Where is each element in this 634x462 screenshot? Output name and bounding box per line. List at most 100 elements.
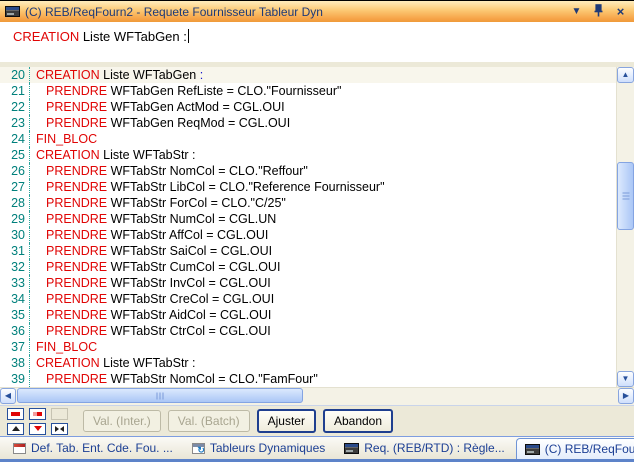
line-text: CREATION Liste WFTabStr : <box>30 355 196 371</box>
tab-label: Req. (REB/RTD) : Règle... <box>364 441 504 455</box>
line-number: 27 <box>0 179 30 195</box>
console-window-icon <box>525 444 540 455</box>
tab-tableurs-dynamiques[interactable]: Tableurs Dynamiques <box>184 437 333 459</box>
code-line: 36PRENDRE WFTabStr CtrCol = CGL.OUI <box>0 323 616 339</box>
vertical-scrollbar[interactable]: ▲ ▼ <box>616 67 634 387</box>
scroll-right-arrow-icon[interactable]: ▶ <box>618 388 634 404</box>
command-text: Liste WFTabGen : <box>79 29 187 44</box>
val-batch-button: Val. (Batch) <box>168 410 250 432</box>
horizontal-scroll-track[interactable] <box>16 388 618 405</box>
line-text: PRENDRE WFTabGen ActMod = CGL.OUI <box>30 99 285 115</box>
line-number: 38 <box>0 355 30 371</box>
tab-label: Tableurs Dynamiques <box>210 441 325 455</box>
line-number: 29 <box>0 211 30 227</box>
line-text: CREATION Liste WFTabStr : <box>30 147 196 163</box>
line-text: PRENDRE WFTabStr SaiCol = CGL.OUI <box>30 243 272 259</box>
line-text: FIN_BLOC <box>30 339 97 355</box>
line-text: PRENDRE WFTabStr CumCol = CGL.OUI <box>30 259 280 275</box>
tab-req-reb-rtd[interactable]: Req. (REB/RTD) : Règle... <box>336 437 512 459</box>
red-window-icon <box>13 443 26 454</box>
line-number: 34 <box>0 291 30 307</box>
chevron-down-icon[interactable]: ▼ <box>568 4 585 19</box>
line-number: 37 <box>0 339 30 355</box>
command-keyword: CREATION <box>13 29 79 44</box>
line-text: PRENDRE WFTabStr NomCol = CLO."FamFour" <box>30 371 318 387</box>
code-line: 20CREATION Liste WFTabGen : <box>0 67 616 83</box>
code-line: 38CREATION Liste WFTabStr : <box>0 355 616 371</box>
tab-def-tab-ent-cde-fou[interactable]: Def. Tab. Ent. Cde. Fou. ... <box>5 437 181 459</box>
tab-label: (C) REB/ReqFourn2 - Re... <box>545 442 634 456</box>
code-line: 29PRENDRE WFTabStr NumCol = CGL.UN <box>0 211 616 227</box>
nav-icon-grid <box>7 408 68 435</box>
code-line: 31PRENDRE WFTabStr SaiCol = CGL.OUI <box>0 243 616 259</box>
code-line: 26PRENDRE WFTabStr NomCol = CLO."Reffour… <box>0 163 616 179</box>
line-text: PRENDRE WFTabStr ForCol = CLO."C/25" <box>30 195 286 211</box>
code-line: 34PRENDRE WFTabStr CreCol = CGL.OUI <box>0 291 616 307</box>
line-text: FIN_BLOC <box>30 131 97 147</box>
task-tab-bar: Def. Tab. Ent. Cde. Fou. ... Tableurs Dy… <box>0 436 634 462</box>
code-line: 28PRENDRE WFTabStr ForCol = CLO."C/25" <box>0 195 616 211</box>
red-bar-split-icon[interactable] <box>29 408 46 420</box>
scroll-down-arrow-icon[interactable]: ▼ <box>617 371 634 387</box>
code-line: 22PRENDRE WFTabGen ActMod = CGL.OUI <box>0 99 616 115</box>
code-line: 21PRENDRE WFTabGen RefListe = CLO."Fourn… <box>0 83 616 99</box>
line-number: 33 <box>0 275 30 291</box>
code-area[interactable]: 20CREATION Liste WFTabGen :21PRENDRE WFT… <box>0 67 616 387</box>
red-bar-icon[interactable] <box>7 408 24 420</box>
line-text: PRENDRE WFTabStr AffCol = CGL.OUI <box>30 227 268 243</box>
horizontal-scrollbar[interactable]: ◀ ▶ <box>0 387 634 405</box>
line-text: PRENDRE WFTabStr AidCol = CGL.OUI <box>30 307 271 323</box>
code-line: 27PRENDRE WFTabStr LibCol = CLO."Referen… <box>0 179 616 195</box>
line-number: 39 <box>0 371 30 387</box>
scroll-left-arrow-icon[interactable]: ◀ <box>0 388 16 404</box>
action-bar: Val. (Inter.) Val. (Batch) Ajuster Aband… <box>0 405 634 436</box>
line-number: 32 <box>0 259 30 275</box>
code-line: 33PRENDRE WFTabStr InvCol = CGL.OUI <box>0 275 616 291</box>
thumb-grip <box>157 392 164 399</box>
abandon-button[interactable]: Abandon <box>323 409 393 433</box>
code-line: 25CREATION Liste WFTabStr : <box>0 147 616 163</box>
line-text: PRENDRE WFTabStr NumCol = CGL.UN <box>30 211 276 227</box>
tab-reb-reqfourn2-active[interactable]: (C) REB/ReqFourn2 - Re... <box>516 438 634 459</box>
line-number: 25 <box>0 147 30 163</box>
line-number: 31 <box>0 243 30 259</box>
code-line: 35PRENDRE WFTabStr AidCol = CGL.OUI <box>0 307 616 323</box>
line-number: 35 <box>0 307 30 323</box>
code-line: 32PRENDRE WFTabStr CumCol = CGL.OUI <box>0 259 616 275</box>
horizontal-scroll-thumb[interactable] <box>17 388 303 403</box>
triangles-inward-icon[interactable] <box>51 423 68 435</box>
black-up-triangle-icon[interactable] <box>7 423 24 435</box>
console-window-icon <box>5 6 20 17</box>
title-bar: (C) REB/ReqFourn2 - Requete Fournisseur … <box>0 1 634 22</box>
code-editor[interactable]: 20CREATION Liste WFTabGen :21PRENDRE WFT… <box>0 67 634 387</box>
command-line-input[interactable]: CREATION Liste WFTabGen : <box>0 22 634 62</box>
line-text: PRENDRE WFTabStr LibCol = CLO."Reference… <box>30 179 385 195</box>
line-number: 24 <box>0 131 30 147</box>
line-number: 21 <box>0 83 30 99</box>
line-number: 22 <box>0 99 30 115</box>
pin-icon[interactable] <box>590 4 607 19</box>
vertical-scroll-track[interactable] <box>617 83 634 371</box>
thumb-grip <box>622 193 629 200</box>
red-down-triangle-icon[interactable] <box>29 423 46 435</box>
code-line: 37FIN_BLOC <box>0 339 616 355</box>
line-text: PRENDRE WFTabStr InvCol = CGL.OUI <box>30 275 271 291</box>
app-window: (C) REB/ReqFourn2 - Requete Fournisseur … <box>0 0 634 462</box>
code-line: 39PRENDRE WFTabStr NomCol = CLO."FamFour… <box>0 371 616 387</box>
tab-label: Def. Tab. Ent. Cde. Fou. ... <box>31 441 173 455</box>
val-inter-button: Val. (Inter.) <box>83 410 161 432</box>
text-cursor <box>188 29 189 43</box>
line-number: 30 <box>0 227 30 243</box>
line-number: 28 <box>0 195 30 211</box>
vertical-scroll-thumb[interactable] <box>617 162 634 230</box>
scroll-up-arrow-icon[interactable]: ▲ <box>617 67 634 83</box>
line-text: PRENDRE WFTabStr CtrCol = CGL.OUI <box>30 323 271 339</box>
code-line: 30PRENDRE WFTabStr AffCol = CGL.OUI <box>0 227 616 243</box>
close-icon[interactable]: × <box>612 4 629 19</box>
code-line: 23PRENDRE WFTabGen ReqMod = CGL.OUI <box>0 115 616 131</box>
ajuster-button[interactable]: Ajuster <box>257 409 316 433</box>
code-line: 24FIN_BLOC <box>0 131 616 147</box>
line-number: 20 <box>0 67 30 83</box>
line-text: CREATION Liste WFTabGen : <box>30 67 203 83</box>
line-text: PRENDRE WFTabGen RefListe = CLO."Fournis… <box>30 83 341 99</box>
